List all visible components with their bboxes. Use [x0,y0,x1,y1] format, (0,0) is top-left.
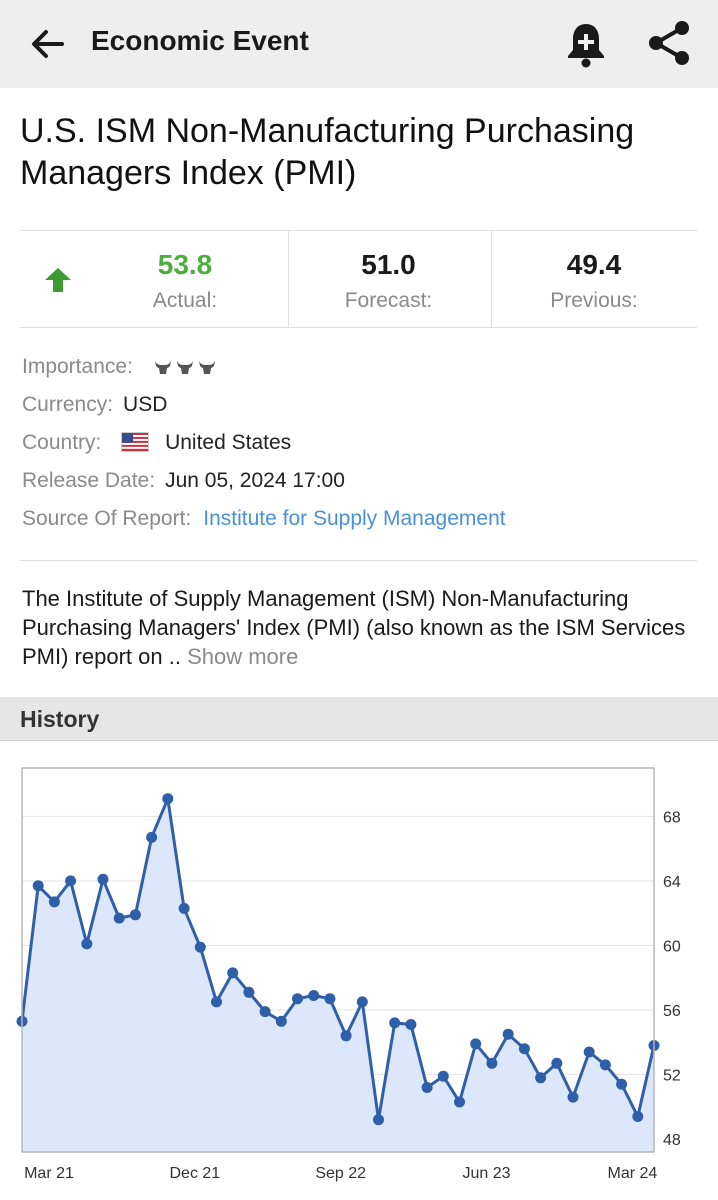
data-point [259,1006,271,1018]
data-point [389,1017,401,1029]
currency-label: Currency: [22,393,114,416]
data-point [113,912,125,924]
x-tick-label: Mar 24 [607,1165,657,1182]
currency-value: USD [123,393,168,416]
importance-row: Importance: [22,352,702,390]
event-description: The Institute of Supply Management (ISM)… [22,584,702,671]
country-label: Country: [22,431,102,454]
currency-row: Currency: USD [22,390,702,428]
us-flag-icon [121,432,150,452]
y-tick-label: 60 [663,938,681,955]
actual-stat: 53.8 Actual: [100,231,270,327]
country-row: Country: United States [22,428,702,466]
data-point [373,1114,384,1126]
trend-up-arrow-icon [45,268,71,292]
data-point [324,993,336,1005]
actual-label: Actual: [152,289,218,312]
history-chart[interactable]: 48 52 56 60 64 68 Mar 21 Dec 21 Sep 22 Jun 23 Mar … [0,750,718,1200]
data-point [146,831,158,843]
data-point [421,1082,433,1093]
history-section-header: History [0,697,718,741]
forecast-label: Forecast: [344,289,433,312]
data-point [292,993,303,1005]
data-point [162,793,174,805]
data-point [48,896,60,908]
data-point [129,909,141,921]
data-point [518,1043,530,1055]
previous-label: Previous: [550,289,638,312]
previous-stat: 49.4 Previous: [491,231,696,327]
data-point [178,902,190,914]
data-point [211,996,222,1008]
y-tick-label: 52 [663,1068,681,1085]
y-tick-label: 56 [663,1003,681,1020]
data-point [243,986,255,998]
x-tick-label: Mar 21 [24,1165,74,1182]
release-date-label: Release Date: [22,469,156,492]
data-point [502,1028,514,1040]
x-tick-label: Sep 22 [315,1165,366,1182]
source-row: Source Of Report: Institute for Supply Ma… [22,504,702,542]
release-date-value: Jun 05, 2024 17:00 [165,469,345,492]
data-point [437,1070,449,1082]
y-tick-label: 64 [663,874,681,891]
back-arrow-icon[interactable] [26,22,70,66]
country-value: United States [165,431,292,454]
importance-bulls-icon [154,361,215,375]
data-point [97,873,109,885]
y-tick-label: 48 [663,1132,681,1149]
x-tick-label: Dec 21 [169,1165,220,1182]
data-point [551,1057,563,1069]
data-point [599,1059,611,1071]
share-icon[interactable] [642,16,696,70]
data-point [632,1111,644,1122]
data-point [616,1078,628,1090]
description-text: The Institute of Supply Management (ISM)… [22,586,686,669]
data-point [535,1072,547,1084]
release-date-row: Release Date: Jun 05, 2024 17:00 [22,466,702,504]
data-point [405,1019,417,1030]
data-point [65,875,77,887]
data-point [227,967,239,979]
event-details: Importance: Currency: USD Country: United… [22,352,702,542]
y-tick-label: 68 [663,809,681,826]
data-point [486,1057,498,1069]
source-label: Source Of Report: [22,507,192,530]
stats-panel: 53.8 Actual: 51.0 Forecast: 49.4 Previou… [20,230,697,328]
importance-label: Importance: [22,355,133,378]
forecast-value: 51.0 [361,249,416,280]
event-title: U.S. ISM Non-Manufacturing Purchasing Ma… [20,112,635,192]
divider [20,560,697,561]
previous-value: 49.4 [566,249,622,280]
forecast-stat: 51.0 Forecast: [288,231,488,327]
data-point [81,938,93,950]
data-point [567,1091,579,1103]
data-point [470,1038,482,1050]
data-point [356,996,368,1008]
app-bar-title: Economic Event [91,25,309,56]
x-tick-label: Jun 23 [463,1165,511,1182]
show-more-link[interactable]: Show more [187,644,298,669]
app-bar: Economic Event [0,0,718,88]
data-point [194,941,206,953]
data-point [308,990,320,1001]
source-link[interactable]: Institute for Supply Management [203,507,505,530]
add-alert-bell-icon[interactable] [560,18,612,70]
data-point [275,1015,287,1027]
history-label: History [20,706,100,732]
data-point [340,1030,352,1042]
data-point [583,1046,595,1058]
data-point [32,880,44,892]
actual-value: 53.8 [157,249,213,280]
data-point [454,1096,465,1108]
